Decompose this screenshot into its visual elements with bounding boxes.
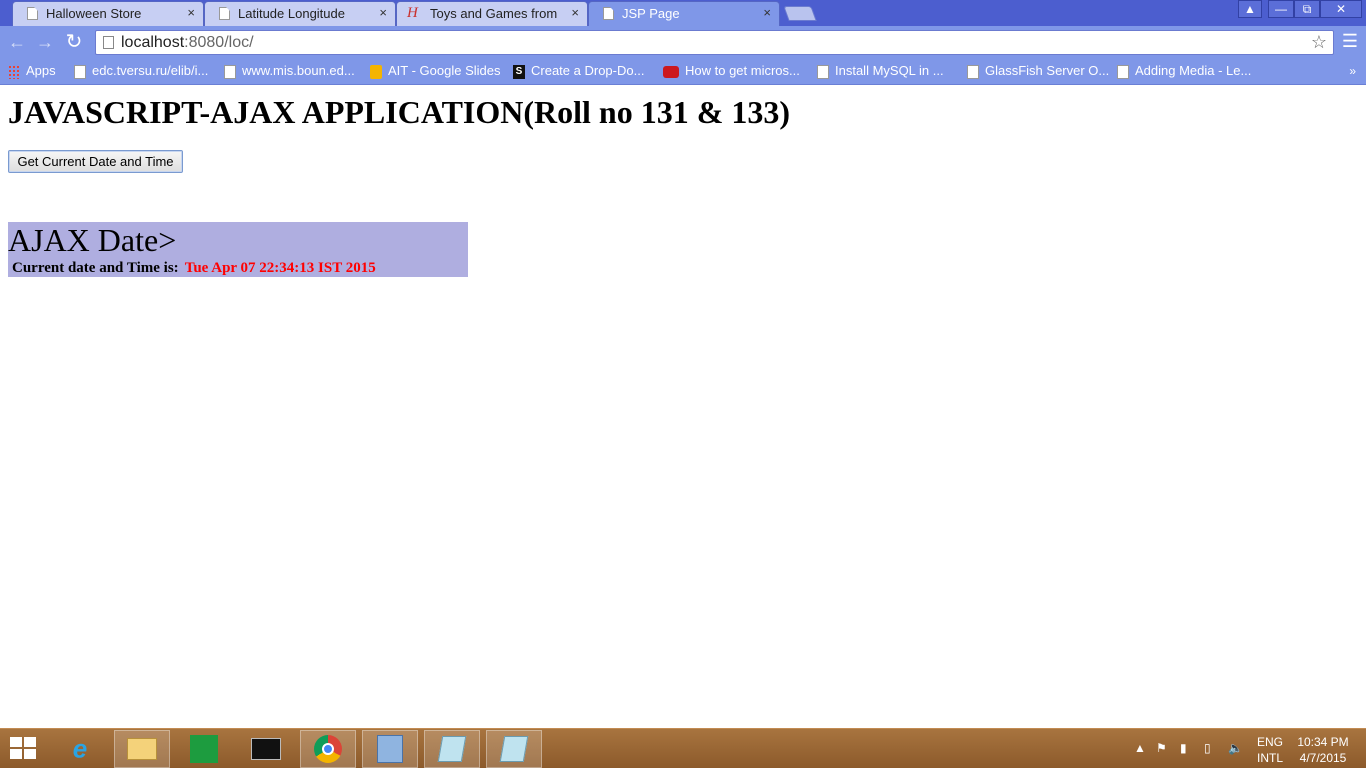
bookmark-item[interactable]: Adding Media - Le...	[1117, 63, 1251, 81]
url-host: localhost	[121, 34, 185, 51]
network-signal-icon[interactable]: ▯	[1204, 741, 1211, 755]
tab-title: Halloween Store	[46, 6, 142, 21]
browser-toolbar: ← → ↻ localhost:8080/loc/ ☆ ☰	[0, 26, 1366, 59]
language-code: ENG	[1256, 735, 1283, 749]
tab-jsp-page[interactable]: JSP Page ×	[588, 1, 780, 26]
bookmark-label: How to get micros...	[685, 63, 800, 78]
result-line: Current date and Time is: Tue Apr 07 22:3…	[12, 260, 376, 277]
clock-time: 10:34 PM	[1297, 735, 1349, 749]
store-icon[interactable]	[176, 730, 232, 768]
page-icon	[103, 36, 114, 49]
tab-strip: Halloween Store × Latitude Longitude × H…	[0, 0, 1366, 26]
bookmarks-bar: Apps edc.tversu.ru/elib/i... www.mis.bou…	[0, 59, 1366, 85]
bookmark-label: edc.tversu.ru/elib/i...	[92, 63, 209, 78]
chrome-icon[interactable]	[300, 730, 356, 768]
result-value: Tue Apr 07 22:34:13 IST 2015	[184, 260, 376, 276]
bookmark-item[interactable]: GlassFish Server O...	[967, 63, 1109, 81]
bookmarks-overflow-button[interactable]: »	[1349, 64, 1356, 78]
close-icon[interactable]: ×	[187, 5, 195, 20]
bookmark-label: www.mis.boun.ed...	[242, 63, 355, 78]
tab-title: Latitude Longitude	[238, 6, 345, 21]
reload-button[interactable]: ↻	[63, 31, 85, 53]
notepad-icon[interactable]	[424, 730, 480, 768]
slides-icon	[370, 64, 382, 79]
bookmark-apps[interactable]: Apps	[8, 63, 56, 81]
page-icon	[1117, 64, 1129, 79]
cmd-icon[interactable]	[238, 730, 294, 768]
bookmark-label: Apps	[26, 63, 56, 78]
page-icon	[27, 7, 38, 20]
close-window-button[interactable]: ✕	[1320, 0, 1362, 18]
taskbar: e ▲ ⚑ ▮ ▯ 🔈 ENG INTL 10:34 PM 4/7/2015	[0, 728, 1366, 768]
page-icon	[967, 64, 979, 79]
volume-icon[interactable]: 🔈	[1228, 741, 1243, 755]
tab-title: JSP Page	[622, 6, 680, 21]
result-heading: AJAX Date>	[8, 222, 177, 258]
bookmark-star-icon[interactable]: ☆	[1311, 32, 1327, 53]
page-icon	[219, 7, 230, 20]
bookmark-item[interactable]: S Create a Drop-Do...	[513, 63, 644, 81]
windows-logo-icon	[10, 749, 22, 759]
bookmark-item[interactable]: edc.tversu.ru/elib/i...	[74, 63, 208, 81]
notepad-icon[interactable]	[486, 730, 542, 768]
tab-latitude-longitude[interactable]: Latitude Longitude ×	[204, 1, 396, 26]
bookmark-label: Install MySQL in ...	[835, 63, 944, 78]
keyboard-layout: INTL	[1256, 751, 1283, 765]
tab-title: Toys and Games from H	[430, 6, 561, 21]
close-icon[interactable]: ×	[379, 5, 387, 20]
bookmark-item[interactable]: How to get micros...	[663, 63, 800, 81]
input-language[interactable]: ENG INTL	[1256, 734, 1284, 766]
address-bar[interactable]: localhost:8080/loc/ ☆	[95, 30, 1334, 55]
ajax-result-box: AJAX Date> Current date and Time is: Tue …	[8, 222, 468, 277]
youtube-icon	[663, 65, 679, 78]
bookmark-label: Adding Media - Le...	[1135, 63, 1252, 78]
s-icon: S	[513, 64, 525, 79]
file-explorer-icon[interactable]	[114, 730, 170, 768]
bookmark-label: GlassFish Server O...	[985, 63, 1110, 78]
windows-logo-icon	[24, 737, 36, 747]
page-icon	[817, 64, 829, 79]
url-path: :8080/loc/	[184, 34, 254, 51]
system-clock[interactable]: 10:34 PM 4/7/2015	[1296, 734, 1350, 766]
page-icon	[603, 7, 614, 20]
power-icon[interactable]: ▮	[1180, 741, 1187, 755]
tab-toys-and-games[interactable]: H Toys and Games from H ×	[396, 1, 588, 26]
bookmark-label: Create a Drop-Do...	[531, 63, 645, 78]
minimize-button[interactable]: —	[1268, 0, 1294, 18]
bookmark-item[interactable]: AIT - Google Slides	[370, 63, 500, 81]
bookmark-label: AIT - Google Slides	[388, 63, 501, 78]
close-icon[interactable]: ×	[571, 5, 579, 20]
h-brand-icon: H	[407, 5, 418, 21]
get-date-button[interactable]: Get Current Date and Time	[8, 150, 183, 173]
bookmark-item[interactable]: www.mis.boun.ed...	[224, 63, 355, 81]
page-title: JAVASCRIPT-AJAX APPLICATION(Roll no 131 …	[8, 94, 791, 130]
restore-button[interactable]: ⧉	[1294, 0, 1320, 18]
windows-logo-icon	[24, 749, 36, 759]
virtualbox-icon[interactable]	[362, 730, 418, 768]
page-content: JAVASCRIPT-AJAX APPLICATION(Roll no 131 …	[0, 86, 1366, 728]
tab-halloween-store[interactable]: Halloween Store ×	[12, 1, 204, 26]
page-icon	[224, 64, 236, 79]
show-hidden-icons-icon[interactable]: ▲	[1134, 741, 1146, 755]
new-tab-button[interactable]	[783, 6, 817, 21]
result-label: Current date and Time is:	[12, 260, 179, 276]
close-icon[interactable]: ×	[763, 5, 771, 20]
internet-explorer-icon[interactable]: e	[52, 730, 108, 768]
user-profile-button[interactable]: ▲	[1238, 0, 1262, 18]
action-center-flag-icon[interactable]: ⚑	[1156, 741, 1167, 755]
bookmark-item[interactable]: Install MySQL in ...	[817, 63, 944, 81]
clock-date: 4/7/2015	[1299, 751, 1347, 765]
windows-start-button[interactable]	[10, 737, 38, 761]
url-text[interactable]: localhost:8080/loc/	[121, 34, 254, 52]
page-icon	[74, 64, 86, 79]
menu-icon[interactable]: ☰	[1342, 31, 1358, 52]
windows-logo-icon	[10, 737, 22, 747]
forward-button[interactable]: →	[34, 31, 56, 53]
back-button[interactable]: ←	[6, 31, 28, 53]
apps-grid-icon	[8, 64, 20, 79]
